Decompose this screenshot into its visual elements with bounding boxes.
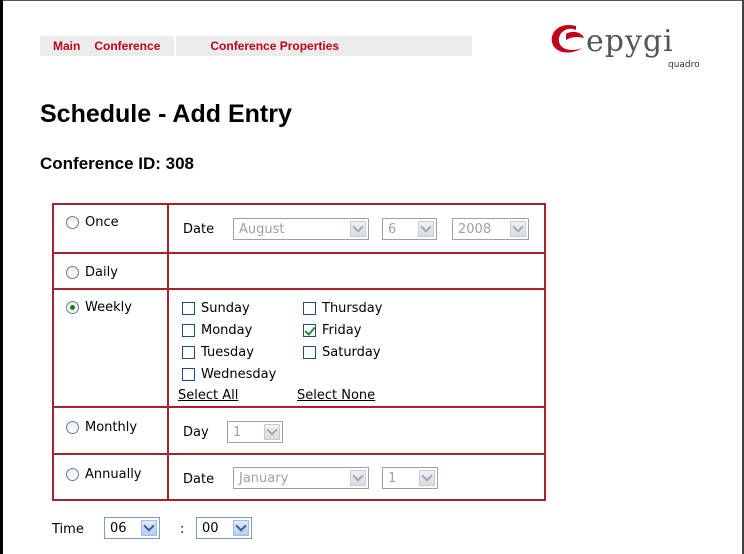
select-all-link[interactable]: Select All [178, 388, 238, 403]
epygi-logo: epygi quadro [546, 18, 716, 78]
checkbox-saturday-label: Saturday [322, 345, 381, 360]
schedule-row-once: Once Date August 6 2008 [54, 205, 544, 254]
time-separator: : [180, 522, 185, 537]
time-minute-value: 00 [202, 520, 219, 536]
checkbox-wednesday-box[interactable] [182, 368, 195, 381]
radio-annually[interactable]: Annually [66, 467, 142, 482]
chevron-down-icon[interactable] [350, 221, 366, 237]
window-top-border [0, 0, 744, 1]
epygi-swoosh-logo-icon [551, 24, 584, 53]
checkbox-thursday[interactable]: Thursday [303, 301, 382, 316]
radio-once[interactable]: Once [66, 215, 119, 230]
annually-day-value: 1 [388, 470, 397, 486]
schedule-row-daily-right [171, 254, 544, 288]
schedule-row-monthly-left: Monthly [54, 408, 169, 453]
chevron-down-icon[interactable] [418, 221, 434, 237]
checkbox-tuesday-label: Tuesday [201, 345, 254, 360]
checkbox-wednesday-label: Wednesday [201, 367, 277, 382]
schedule-row-weekly: Weekly Sunday Monday Tuesday Wednesday T… [54, 290, 544, 408]
monthly-day-select[interactable]: 1 [227, 421, 283, 443]
radio-monthly-circle[interactable] [66, 421, 79, 434]
checkbox-sunday[interactable]: Sunday [182, 301, 250, 316]
annually-date-label: Date [183, 472, 215, 487]
monthly-day-value: 1 [233, 424, 242, 440]
checkbox-sunday-label: Sunday [201, 301, 250, 316]
radio-once-label: Once [85, 215, 119, 230]
chevron-down-icon[interactable] [233, 520, 249, 536]
time-hour-value: 06 [110, 520, 127, 536]
checkbox-monday-box[interactable] [182, 324, 195, 337]
time-label: Time [52, 522, 84, 537]
radio-weekly-label: Weekly [85, 300, 132, 315]
schedule-row-annually-left: Annually [54, 455, 169, 499]
page-title: Schedule - Add Entry [40, 100, 292, 128]
chevron-down-icon[interactable] [510, 221, 526, 237]
checkbox-thursday-label: Thursday [322, 301, 383, 316]
once-month-value: August [239, 221, 285, 237]
chevron-down-icon[interactable] [419, 470, 435, 486]
once-month-select[interactable]: August [233, 218, 369, 240]
once-year-select[interactable]: 2008 [452, 218, 529, 240]
checkbox-tuesday[interactable]: Tuesday [182, 345, 254, 360]
radio-monthly[interactable]: Monthly [66, 420, 137, 435]
once-day-select[interactable]: 6 [382, 218, 437, 240]
schedule-row-annually: Annually Date January 1 [54, 455, 544, 499]
time-minute-select[interactable]: 00 [196, 517, 252, 539]
schedule-row-once-right: Date August 6 2008 [171, 205, 544, 252]
radio-annually-label: Annually [85, 467, 142, 482]
checkbox-sunday-box[interactable] [182, 302, 195, 315]
schedule-table: Once Date August 6 2008 Daily Weekly Sun… [52, 203, 546, 501]
checkbox-saturday-box[interactable] [303, 346, 316, 359]
checkbox-monday-label: Monday [201, 323, 253, 338]
schedule-row-weekly-right: Sunday Monday Tuesday Wednesday Thursday… [171, 290, 544, 406]
once-day-value: 6 [388, 221, 397, 237]
select-none-link[interactable]: Select None [297, 388, 375, 403]
radio-weekly-circle[interactable] [66, 301, 79, 314]
checkbox-tuesday-box[interactable] [182, 346, 195, 359]
checkbox-friday[interactable]: Friday [303, 323, 361, 338]
radio-once-circle[interactable] [66, 216, 79, 229]
window-left-border [0, 0, 3, 554]
chevron-down-icon[interactable] [350, 470, 366, 486]
checkbox-friday-label: Friday [322, 323, 362, 338]
nav-link-conference-properties[interactable]: Conference Properties [204, 39, 345, 53]
schedule-row-annually-right: Date January 1 [171, 455, 544, 499]
radio-annually-circle[interactable] [66, 468, 79, 481]
breadcrumb-nav: Main Conference Conference Properties [40, 36, 472, 56]
schedule-row-monthly: Monthly Day 1 [54, 408, 544, 455]
nav-link-conference[interactable]: Conference [88, 39, 166, 53]
radio-weekly[interactable]: Weekly [66, 300, 132, 315]
nav-link-main[interactable]: Main [40, 39, 88, 53]
nav-divider [174, 36, 177, 56]
conference-id-heading: Conference ID: 308 [40, 154, 194, 173]
radio-daily[interactable]: Daily [66, 265, 118, 280]
radio-daily-circle[interactable] [66, 266, 79, 279]
schedule-row-daily: Daily [54, 254, 544, 290]
radio-monthly-label: Monthly [85, 420, 138, 435]
once-year-value: 2008 [458, 221, 492, 237]
schedule-row-daily-left: Daily [54, 254, 169, 288]
logo-brand-text: epygi [586, 24, 674, 59]
annually-day-select[interactable]: 1 [382, 467, 438, 489]
annually-month-select[interactable]: January [233, 467, 369, 489]
logo-sub-text: quadro [668, 60, 700, 70]
schedule-row-weekly-left: Weekly [54, 290, 169, 406]
chevron-down-icon[interactable] [264, 424, 280, 440]
checkbox-monday[interactable]: Monday [182, 323, 252, 338]
schedule-row-monthly-right: Day 1 [171, 408, 544, 453]
radio-daily-label: Daily [85, 265, 118, 280]
monthly-day-label: Day [183, 425, 209, 440]
checkbox-friday-box[interactable] [303, 324, 316, 337]
annually-month-value: January [239, 470, 289, 486]
time-hour-select[interactable]: 06 [104, 517, 160, 539]
checkbox-wednesday[interactable]: Wednesday [182, 367, 276, 382]
schedule-row-once-left: Once [54, 205, 169, 252]
checkbox-saturday[interactable]: Saturday [303, 345, 381, 360]
checkbox-thursday-box[interactable] [303, 302, 316, 315]
chevron-down-icon[interactable] [141, 520, 157, 536]
once-date-label: Date [183, 222, 215, 237]
